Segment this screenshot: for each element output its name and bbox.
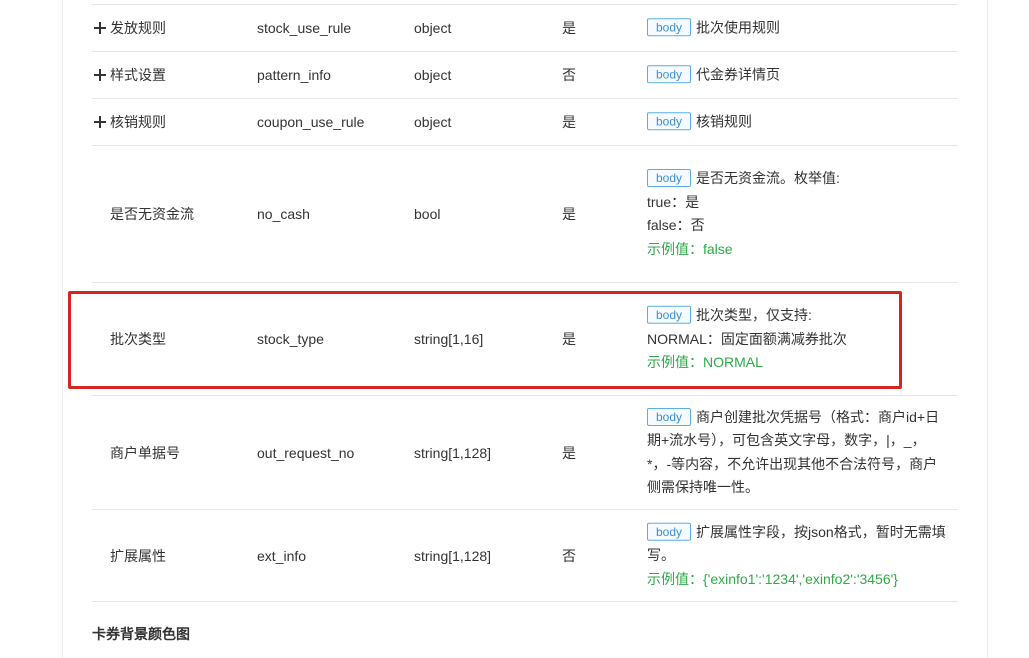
body-tag: body <box>647 18 692 37</box>
field-name: out_request_no <box>257 444 355 461</box>
enum-true: true：是 <box>647 193 700 210</box>
param-name: 是否无资金流 <box>110 206 194 222</box>
field-name: ext_info <box>257 547 307 564</box>
description: body 是否无资金流。枚举值: true：是 false：否 示例值：false <box>647 167 947 261</box>
expand-plus-icon[interactable] <box>94 116 106 128</box>
param-name-cell[interactable]: 发放规则 <box>94 18 166 38</box>
param-name: 扩展属性 <box>110 547 166 564</box>
field-type: string[1,128] <box>414 444 492 461</box>
field-type: string[1,128] <box>414 547 492 564</box>
doc-page: 发放规则 stock_use_rule object 是 body 批次使用规则 … <box>0 0 1029 658</box>
description: body 商户创建批次凭据号（格式：商户id+日期+流水号），可包含英文字母，数字… <box>647 407 940 495</box>
expand-plus-icon[interactable] <box>94 69 106 81</box>
param-name-cell[interactable]: 核销规则 <box>94 112 166 132</box>
param-name: 商户单据号 <box>110 444 180 461</box>
enum-false: false：否 <box>647 217 705 233</box>
example-value: 示例值：{'exinfo1':'1234','exinfo2':'3456'} <box>647 570 898 587</box>
field-name: pattern_info <box>257 67 331 83</box>
required-flag: 否 <box>562 547 576 564</box>
body-tag: body <box>647 112 692 131</box>
field-type: object <box>414 67 452 83</box>
required-flag: 是 <box>562 114 576 130</box>
example-value: 示例值：false <box>647 240 733 257</box>
required-flag: 是 <box>562 444 576 461</box>
description: body 代金券详情页 <box>647 63 947 87</box>
description: body 核销规则 <box>647 110 947 134</box>
table-row-ext-info: 扩展属性 ext_info string[1,128] 否 body 扩展属性字段… <box>92 510 958 602</box>
expand-plus-icon[interactable] <box>94 22 106 34</box>
field-type: bool <box>414 206 441 222</box>
param-name-cell[interactable]: 样式设置 <box>94 65 166 85</box>
highlight-box <box>68 291 902 389</box>
required-flag: 否 <box>562 67 576 83</box>
field-name: coupon_use_rule <box>257 114 365 130</box>
body-tag: body <box>647 407 692 426</box>
body-tag: body <box>647 169 692 187</box>
field-name: no_cash <box>257 206 310 222</box>
required-flag: 是 <box>562 20 576 36</box>
body-tag: body <box>647 522 692 541</box>
field-name: stock_use_rule <box>257 20 352 36</box>
description: body 扩展属性字段，按json格式，暂时无需填写。 示例值：{'exinfo1… <box>647 520 947 591</box>
field-type: object <box>414 114 452 130</box>
body-tag: body <box>647 65 692 84</box>
section-title: 卡券背景颜色图 <box>92 626 190 642</box>
required-flag: 是 <box>562 206 576 222</box>
description: body 批次使用规则 <box>647 16 947 40</box>
table-row-stock-use-rule: 发放规则 stock_use_rule object 是 body 批次使用规则 <box>92 5 958 52</box>
table-row-pattern-info: 样式设置 pattern_info object 否 body 代金券详情页 <box>92 52 958 99</box>
table-row-no-cash: 是否无资金流 no_cash bool 是 body 是否无资金流。枚举值: tr… <box>92 146 958 283</box>
table-row-coupon-use-rule: 核销规则 coupon_use_rule object 是 body 核销规则 <box>92 99 958 146</box>
table-row-out-request-no: 商户单据号 out_request_no string[1,128] 是 bod… <box>92 396 958 510</box>
field-type: object <box>414 20 452 36</box>
